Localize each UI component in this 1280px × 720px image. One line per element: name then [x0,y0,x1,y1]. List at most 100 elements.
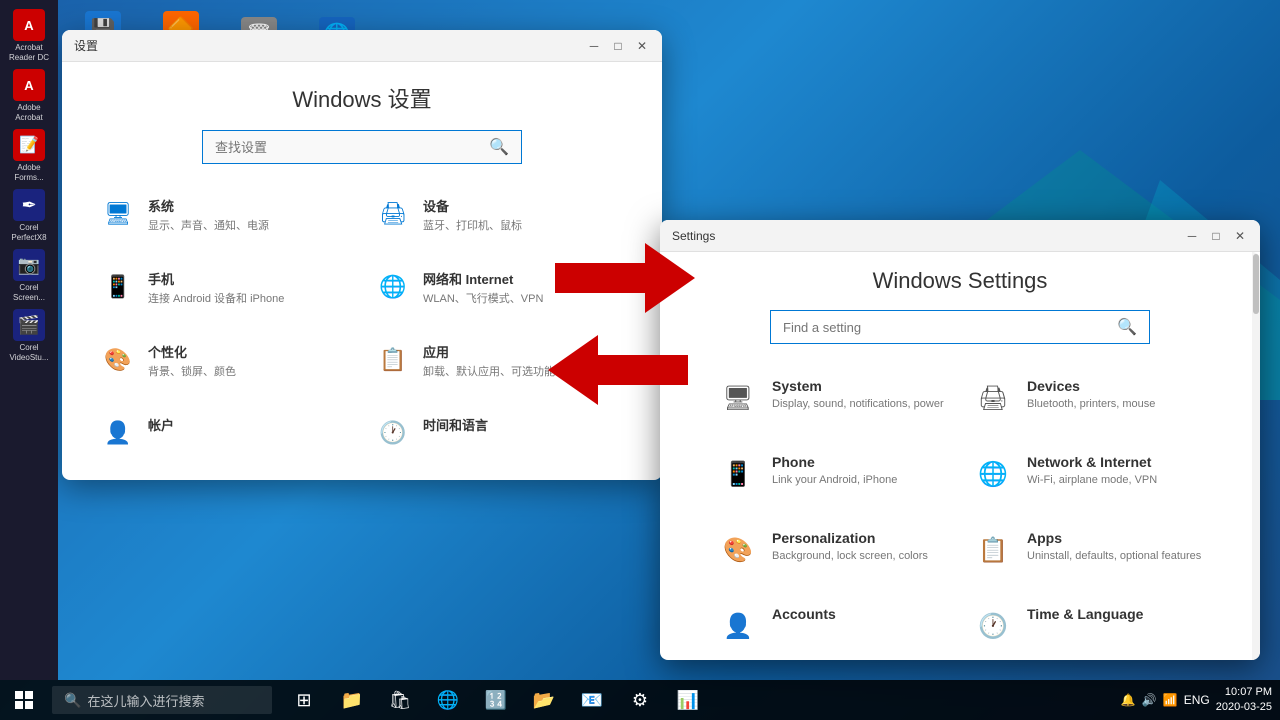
taskbar: 🔍 在这儿输入进行搜索 ⊞ 📁 🛍 🌐 🔢 📂 📧 ⚙ 📊 🔔 🔊 📶 ENG … [0,680,1280,720]
maximize-button-en[interactable]: □ [1208,228,1224,244]
window-content-en: Windows Settings 🔍 🖥 System Display, sou… [660,252,1260,656]
device-icon-en: 🖨 [973,378,1013,418]
sidebar-app-acrobat-reader[interactable]: A AcrobatReader DC [4,8,54,64]
setting-item-network-en[interactable]: 🌐 Network & Internet Wi-Fi, airplane mod… [965,444,1210,504]
accounts-icon-cn: 👤 [100,415,136,451]
taskbar-icon-settings[interactable]: ⚙ [620,680,660,720]
taskbar-icon-store[interactable]: 🛍 [380,680,420,720]
setting-name-time-en: Time & Language [1027,606,1143,622]
setting-item-phone-en[interactable]: 📱 Phone Link your Android, iPhone [710,444,955,504]
setting-item-devices-en[interactable]: 🖨 Devices Bluetooth, printers, mouse [965,368,1210,428]
setting-item-personalize-cn[interactable]: 🎨 个性化 背景、锁屏、颜色 [92,334,357,387]
sidebar-app-adobe-forms[interactable]: 📝 AdobeForms... [4,128,54,184]
taskbar-icon-explorer[interactable]: 📂 [524,680,564,720]
minimize-button-cn[interactable]: ─ [586,38,602,54]
sidebar-app-corel-video[interactable]: 🎬 CorelVideoStu... [4,308,54,364]
window-titlebar-en: Settings ─ □ ✕ [660,220,1260,252]
sidebar-app-corel-perfect[interactable]: ✒ CorelPerfectX8 [4,188,54,244]
personalize-icon-en: 🎨 [718,530,758,570]
taskbar-icon-taskview[interactable]: ⊞ [284,680,324,720]
desktop: A AcrobatReader DC A AdobeAcrobat 📝 Adob… [0,0,1280,720]
search-box-cn[interactable]: 🔍 [202,130,522,164]
network-icon-en: 🌐 [973,454,1013,494]
window-header-cn: Windows 设置 [92,82,632,114]
window-controls-en: ─ □ ✕ [1184,228,1248,244]
setting-name-system-cn: 系统 [148,196,269,215]
setting-name-devices-cn: 设备 [423,196,522,215]
arrow-left [548,330,688,410]
setting-item-devices-cn[interactable]: 🖨 设备 蓝牙、打印机、鼠标 [367,188,632,241]
setting-item-phone-cn[interactable]: 📱 手机 连接 Android 设备和 iPhone [92,261,357,314]
taskbar-time-value: 10:07 PM [1216,685,1272,700]
window-title-cn: 设置 [74,37,98,54]
setting-desc-phone-cn: 连接 Android 设备和 iPhone [148,290,284,306]
setting-name-accounts-en: Accounts [772,606,836,622]
window-controls-cn: ─ □ ✕ [586,38,650,54]
sidebar-app-corel-screen[interactable]: 📷 CorelScreen... [4,248,54,304]
apps-icon-en: 📋 [973,530,1013,570]
taskbar-icon-outlook[interactable]: 📧 [572,680,612,720]
phone-icon-cn: 📱 [100,269,136,305]
window-header-en: Windows Settings [690,268,1230,294]
sidebar-app-adobe-acrobat[interactable]: A AdobeAcrobat [4,68,54,124]
setting-desc-apps-en: Uninstall, defaults, optional features [1027,549,1201,563]
device-icon-cn: 🖨 [375,196,411,232]
monitor-icon-en: 🖥 [718,378,758,418]
setting-item-personalize-en[interactable]: 🎨 Personalization Background, lock scree… [710,520,955,580]
taskbar-volume[interactable]: 🔊 [1142,693,1157,707]
setting-desc-system-cn: 显示、声音、通知、电源 [148,217,269,233]
start-button[interactable] [0,680,48,720]
search-icon-en: 🔍 [1117,317,1137,337]
setting-desc-apps-cn: 卸载、默认应用、可选功能 [423,363,555,379]
taskbar-search[interactable]: 🔍 在这儿输入进行搜索 [52,686,272,714]
setting-name-phone-en: Phone [772,454,897,470]
minimize-button-en[interactable]: ─ [1184,228,1200,244]
close-button-en[interactable]: ✕ [1232,228,1248,244]
time-icon-en: 🕐 [973,606,1013,646]
taskbar-icon-calc[interactable]: 🔢 [476,680,516,720]
search-input-cn[interactable] [215,140,489,155]
setting-name-phone-cn: 手机 [148,269,284,288]
setting-item-system-cn[interactable]: 🖥 系统 显示、声音、通知、电源 [92,188,357,241]
search-icon-cn: 🔍 [489,137,509,157]
setting-name-system-en: System [772,378,944,394]
search-input-en[interactable] [783,320,1117,335]
setting-item-system-en[interactable]: 🖥 System Display, sound, notifications, … [710,368,955,428]
setting-item-time-cn[interactable]: 🕐 时间和语言 [367,407,632,459]
setting-desc-personalize-cn: 背景、锁屏、颜色 [148,363,236,379]
setting-name-network-en: Network & Internet [1027,454,1157,470]
window-titlebar-cn: 设置 ─ □ ✕ [62,30,662,62]
phone-icon-en: 📱 [718,454,758,494]
setting-name-devices-en: Devices [1027,378,1155,394]
setting-item-apps-en[interactable]: 📋 Apps Uninstall, defaults, optional fea… [965,520,1210,580]
setting-item-accounts-cn[interactable]: 👤 帐户 [92,407,357,459]
setting-item-time-en[interactable]: 🕐 Time & Language [965,596,1210,656]
taskbar-network[interactable]: 📶 [1163,693,1178,707]
setting-name-network-cn: 网络和 Internet [423,269,543,288]
setting-desc-phone-en: Link your Android, iPhone [772,473,897,487]
taskbar-icon-powerpoint[interactable]: 📊 [668,680,708,720]
taskbar-lang[interactable]: ENG [1184,693,1210,707]
setting-name-apps-cn: 应用 [423,342,555,361]
taskbar-notifications[interactable]: 🔔 [1121,693,1136,707]
maximize-button-cn[interactable]: □ [610,38,626,54]
search-box-en[interactable]: 🔍 [770,310,1150,344]
search-icon-taskbar: 🔍 [64,692,81,709]
taskbar-icon-files[interactable]: 📁 [332,680,372,720]
close-button-cn[interactable]: ✕ [634,38,650,54]
scroll-thumb[interactable] [1253,254,1259,314]
setting-name-personalize-cn: 个性化 [148,342,236,361]
taskbar-pinned-icons: ⊞ 📁 🛍 🌐 🔢 📂 📧 ⚙ 📊 [284,680,708,720]
setting-item-accounts-en[interactable]: 👤 Accounts [710,596,955,656]
settings-grid-en: 🖥 System Display, sound, notifications, … [690,368,1230,656]
personalize-icon-cn: 🎨 [100,342,136,378]
taskbar-search-text: 在这儿输入进行搜索 [87,691,204,710]
windows-icon [15,691,33,709]
setting-desc-personalize-en: Background, lock screen, colors [772,549,928,563]
accounts-icon-en: 👤 [718,606,758,646]
setting-name-personalize-en: Personalization [772,530,928,546]
taskbar-icon-edge[interactable]: 🌐 [428,680,468,720]
arrow-right [555,238,695,318]
setting-name-accounts-cn: 帐户 [148,415,174,434]
scroll-indicator[interactable] [1252,252,1260,660]
